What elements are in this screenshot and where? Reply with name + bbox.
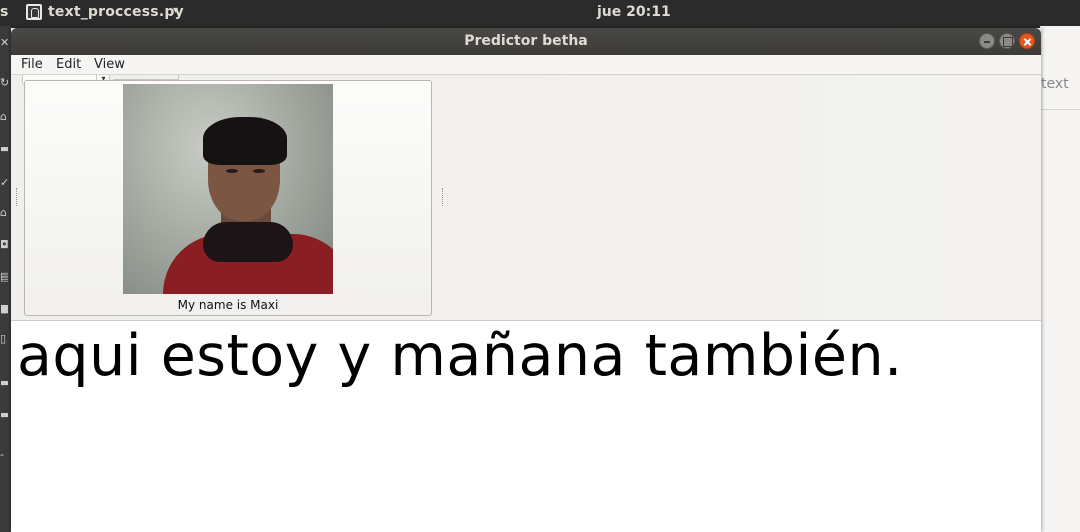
photo-frame: My name is Maxi [24, 80, 432, 316]
window-title: Predictor betha [464, 33, 588, 49]
app-menu-name[interactable]: text_proccess.py [48, 4, 184, 20]
splitter-handle-left[interactable] [16, 188, 18, 206]
window-titlebar[interactable]: Predictor betha [11, 28, 1041, 55]
menu-bar: File Edit View [11, 55, 1041, 75]
clock[interactable]: jue 20:11 [597, 4, 671, 20]
menu-edit[interactable]: Edit [56, 57, 81, 72]
splitter-handle-right[interactable] [442, 188, 444, 206]
close-button[interactable] [1019, 33, 1035, 49]
disk-icon[interactable]: ▬ [0, 378, 8, 388]
stop-icon[interactable]: ■ [0, 304, 8, 314]
photo-hair [203, 117, 287, 165]
photo-caption: My name is Maxi [177, 298, 279, 312]
close-icon[interactable]: ✕ [0, 38, 8, 48]
python-app-icon[interactable] [26, 4, 42, 20]
menu-file[interactable]: File [21, 57, 43, 72]
minimize-button[interactable] [979, 33, 995, 49]
maximize-button[interactable] [999, 33, 1015, 49]
photo-eye-right [253, 169, 265, 173]
output-text-area[interactable]: aqui estoy y mañana también. [11, 320, 1041, 532]
photo-eye-left [226, 169, 238, 173]
chevron-down-icon[interactable]: ▾ [173, 5, 178, 16]
profile-photo [123, 84, 333, 294]
trash-icon[interactable]: ▯ [0, 334, 8, 344]
separator-icon: - [0, 450, 4, 460]
home-icon[interactable]: ⌂ [0, 112, 8, 122]
photo-collar [203, 222, 293, 262]
activities-button[interactable]: s [0, 4, 10, 20]
menu-view[interactable]: View [94, 57, 125, 72]
refresh-icon[interactable]: ↻ [0, 78, 8, 88]
camera-icon[interactable]: ◘ [0, 240, 8, 250]
background-window-text: text [1041, 76, 1069, 92]
check-icon[interactable]: ✓ [0, 178, 8, 188]
top-system-bar: s text_proccess.py ▾ jue 20:11 [0, 0, 1080, 26]
predictor-window: Predictor betha File Edit View ▾ My name… [11, 28, 1041, 532]
house-icon[interactable]: ⌂ [0, 208, 8, 218]
folder-icon[interactable]: ▬ [0, 144, 8, 154]
predicted-text: aqui estoy y mañana también. [17, 323, 903, 389]
launcher-dock: ✕ ↻ ⌂ ▬ ✓ ⌂ ◘ ▤ ■ ▯ ▬ ▬ - [0, 26, 11, 532]
background-window[interactable]: text [1040, 26, 1080, 532]
document-icon[interactable]: ▤ [0, 272, 8, 282]
drive-icon[interactable]: ▬ [0, 410, 8, 420]
